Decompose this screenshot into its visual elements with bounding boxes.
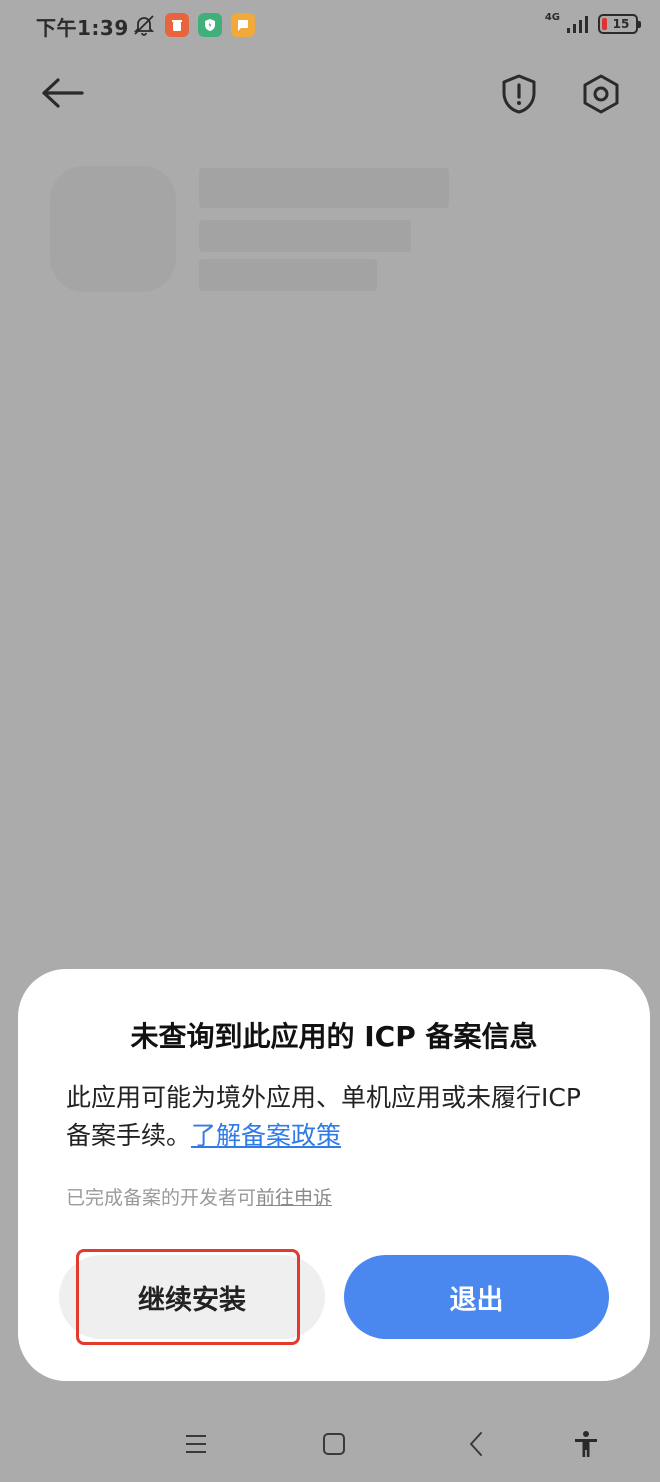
menu-icon [186,1435,206,1453]
dialog-note-text: 已完成备案的开发者可 [66,1187,257,1209]
dialog-note: 已完成备案的开发者可前往申诉 [66,1183,332,1210]
message-app-icon [231,13,255,37]
highlight-annotation [76,1249,300,1345]
battery-icon: 15 [598,14,641,34]
app-name-placeholder [199,168,449,208]
appeal-link[interactable]: 前往申诉 [256,1187,332,1209]
security-report-button[interactable] [495,70,543,118]
app-detail-placeholder [199,259,377,291]
network-type: 4G [544,11,560,23]
nav-menu-button[interactable] [174,1422,218,1466]
signal-icon [567,16,588,33]
icp-warning-dialog: 未查询到此应用的 ICP 备案信息 此应用可能为境外应用、单机应用或未履行ICP… [18,969,650,1381]
battery-level: 15 [612,17,630,31]
exit-button[interactable]: 退出 [344,1255,609,1339]
nav-back-button[interactable] [454,1422,498,1466]
nav-home-button[interactable] [312,1422,356,1466]
status-right-icons: 4G 15 [544,11,641,34]
cleaner-app-icon [165,13,189,37]
dialog-title: 未查询到此应用的 ICP 备案信息 [130,1020,538,1053]
bell-muted-icon [133,15,155,36]
chevron-left-icon [470,1432,482,1456]
shield-alert-icon [502,74,536,114]
gear-icon [583,74,619,114]
accessibility-icon [575,1431,597,1457]
nav-accessibility-button[interactable] [564,1422,608,1466]
security-app-icon [198,13,222,37]
dialog-body: 此应用可能为境外应用、单机应用或未履行ICP 备案手续。了解备案政策 [66,1079,606,1155]
app-info-placeholder [199,220,411,252]
back-button[interactable] [40,70,90,116]
home-square-icon [323,1433,345,1455]
status-notification-icons [132,13,255,37]
navigation-bar [0,1410,660,1476]
status-time: 下午1:39 [36,16,129,40]
app-icon-placeholder [50,166,176,292]
arrow-left-icon [42,78,84,108]
status-bar: 下午1:39 4G 15 [0,0,660,54]
policy-link[interactable]: 了解备案政策 [191,1121,341,1150]
settings-button[interactable] [577,70,625,118]
